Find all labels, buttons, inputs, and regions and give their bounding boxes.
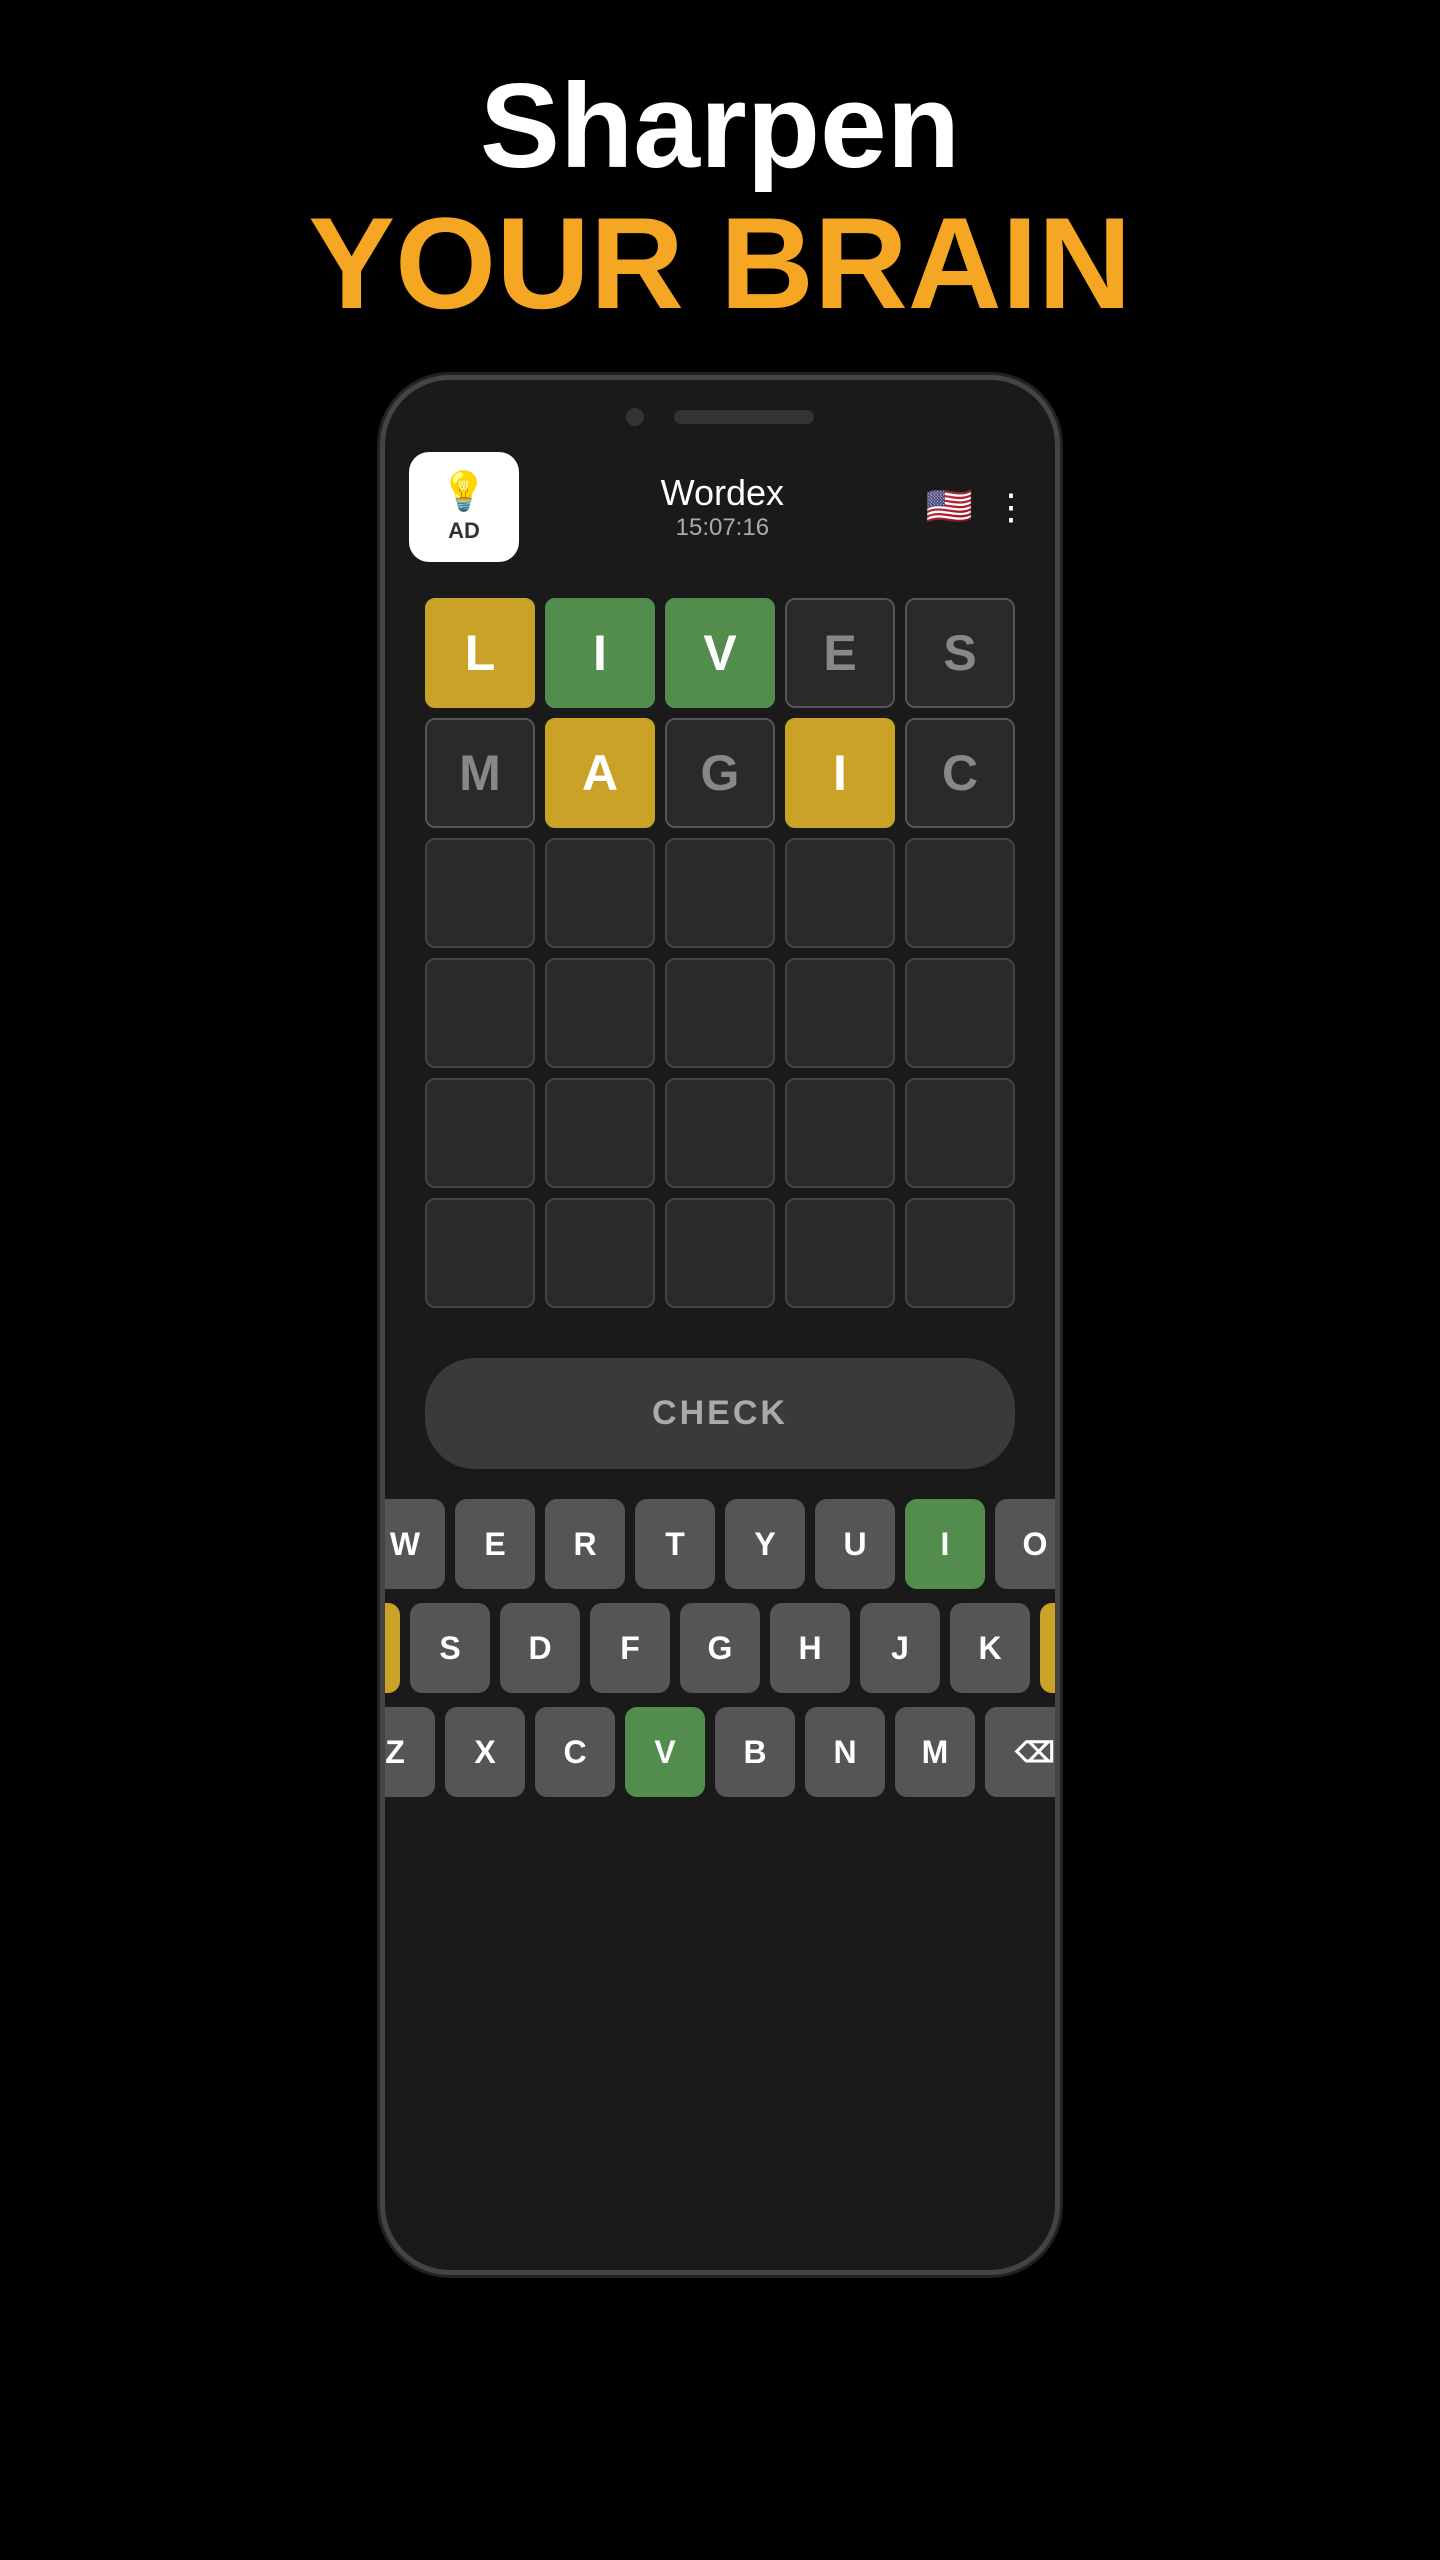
grid-cell-5-0 (425, 1198, 535, 1308)
app-timer: 15:07:16 (519, 514, 926, 542)
app-bar-right: 🇺🇸 ⋮ (926, 485, 1031, 529)
grid-cell-4-3 (785, 1078, 895, 1188)
ad-label: AD (448, 518, 480, 544)
grid-cell-4-1 (545, 1078, 655, 1188)
key-Y[interactable]: Y (725, 1499, 805, 1589)
phone-top-bar (385, 380, 1055, 436)
grid-cell-3-1 (545, 958, 655, 1068)
key-S[interactable]: S (410, 1603, 490, 1693)
grid-cell-4-4 (905, 1078, 1015, 1188)
phone-camera (626, 408, 644, 426)
key-H[interactable]: H (770, 1603, 850, 1693)
keyboard-row2: ASDFGHJKL (405, 1603, 1035, 1693)
key-N[interactable]: N (805, 1707, 885, 1797)
menu-dots-button[interactable]: ⋮ (993, 486, 1031, 528)
grid-cell-1-2: G (665, 718, 775, 828)
key-O[interactable]: O (995, 1499, 1060, 1589)
grid-cell-5-4 (905, 1198, 1015, 1308)
key-⌫[interactable]: ⌫ (985, 1707, 1060, 1797)
game-grid: LIVESMAGIC (385, 578, 1055, 1328)
key-L[interactable]: L (1040, 1603, 1060, 1693)
grid-cell-2-4 (905, 838, 1015, 948)
grid-cell-5-3 (785, 1198, 895, 1308)
grid-cell-3-2 (665, 958, 775, 1068)
key-W[interactable]: W (380, 1499, 445, 1589)
check-button[interactable]: CHECK (425, 1358, 1015, 1469)
grid-cell-1-3: I (785, 718, 895, 828)
grid-cell-0-0: L (425, 598, 535, 708)
grid-cell-2-0 (425, 838, 535, 948)
grid-cell-0-2: V (665, 598, 775, 708)
header-line1: Sharpen (308, 60, 1131, 192)
key-V[interactable]: V (625, 1707, 705, 1797)
grid-cell-5-2 (665, 1198, 775, 1308)
grid-cell-4-2 (665, 1078, 775, 1188)
key-X[interactable]: X (445, 1707, 525, 1797)
app-bar: 💡 AD Wordex 15:07:16 🇺🇸 ⋮ (385, 436, 1055, 578)
phone-frame: 💡 AD Wordex 15:07:16 🇺🇸 ⋮ LIVESMAGIC CHE… (380, 375, 1060, 2275)
grid-cell-2-2 (665, 838, 775, 948)
flag-icon: 🇺🇸 (926, 485, 973, 529)
grid-cell-0-4: S (905, 598, 1015, 708)
key-M[interactable]: M (895, 1707, 975, 1797)
app-title: Wordex (519, 472, 926, 514)
key-U[interactable]: U (815, 1499, 895, 1589)
grid-cell-3-0 (425, 958, 535, 1068)
key-I[interactable]: I (905, 1499, 985, 1589)
grid-cell-3-4 (905, 958, 1015, 1068)
grid-cell-1-0: M (425, 718, 535, 828)
grid-cell-1-1: A (545, 718, 655, 828)
grid-cell-0-3: E (785, 598, 895, 708)
grid-cell-5-1 (545, 1198, 655, 1308)
keyboard-row1: QWERTYUIOP (405, 1499, 1035, 1589)
app-title-block: Wordex 15:07:16 (519, 472, 926, 542)
key-A[interactable]: A (380, 1603, 400, 1693)
key-Z[interactable]: Z (380, 1707, 435, 1797)
grid-cell-3-3 (785, 958, 895, 1068)
grid-cell-4-0 (425, 1078, 535, 1188)
bulb-icon: 💡 (440, 470, 487, 514)
grid-cell-0-1: I (545, 598, 655, 708)
grid-cell-1-4: C (905, 718, 1015, 828)
key-T[interactable]: T (635, 1499, 715, 1589)
grid-cell-2-1 (545, 838, 655, 948)
key-J[interactable]: J (860, 1603, 940, 1693)
key-R[interactable]: R (545, 1499, 625, 1589)
key-B[interactable]: B (715, 1707, 795, 1797)
keyboard-row3: ZXCVBNM⌫ (405, 1707, 1035, 1797)
key-E[interactable]: E (455, 1499, 535, 1589)
key-G[interactable]: G (680, 1603, 760, 1693)
key-D[interactable]: D (500, 1603, 580, 1693)
ad-button[interactable]: 💡 AD (409, 452, 519, 562)
header-line2: YOUR BRAIN (308, 192, 1131, 335)
grid-cell-2-3 (785, 838, 895, 948)
key-C[interactable]: C (535, 1707, 615, 1797)
page-header: Sharpen YOUR BRAIN (308, 0, 1131, 375)
phone-speaker (674, 410, 814, 424)
key-K[interactable]: K (950, 1603, 1030, 1693)
key-F[interactable]: F (590, 1603, 670, 1693)
keyboard: QWERTYUIOP ASDFGHJKL ZXCVBNM⌫ (385, 1489, 1055, 1807)
